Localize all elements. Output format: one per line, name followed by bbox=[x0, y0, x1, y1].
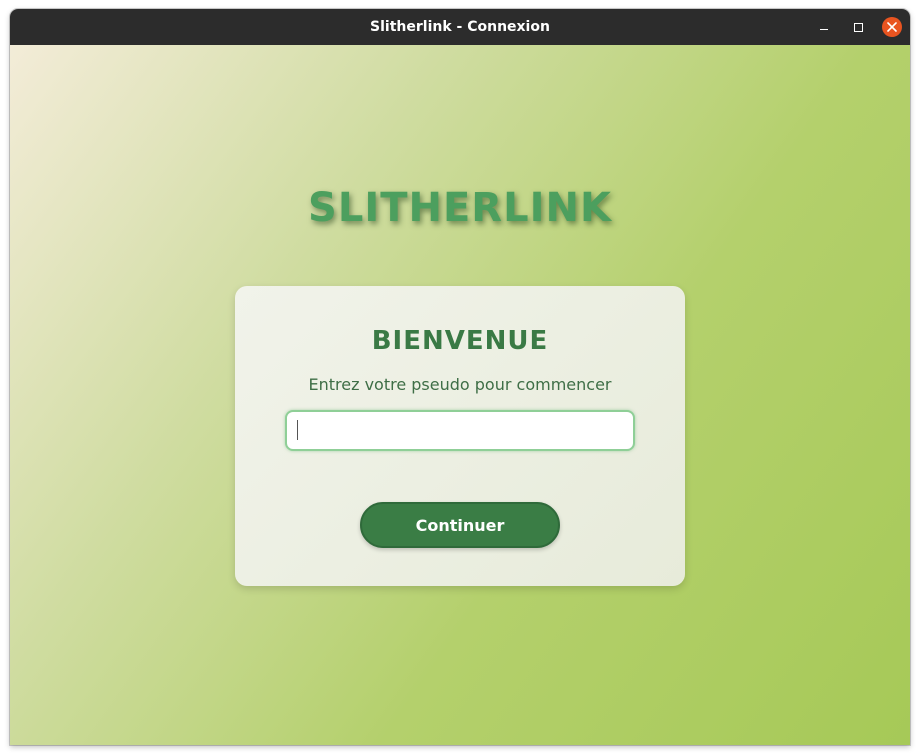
maximize-icon bbox=[853, 22, 863, 32]
pseudo-instructions: Entrez votre pseudo pour commencer bbox=[308, 375, 612, 394]
close-icon bbox=[887, 22, 897, 32]
minimize-icon bbox=[820, 28, 828, 30]
title-bar[interactable]: Slitherlink - Connexion bbox=[10, 9, 910, 45]
welcome-heading: BIENVENUE bbox=[371, 326, 549, 356]
pseudo-input[interactable] bbox=[285, 410, 635, 451]
text-caret bbox=[297, 420, 298, 440]
app-title: SLITHERLINK bbox=[308, 185, 612, 231]
continue-button[interactable]: Continuer bbox=[360, 502, 560, 548]
window-title: Slitherlink - Connexion bbox=[370, 19, 550, 35]
login-screen: SLITHERLINK BIENVENUE Entrez votre pseud… bbox=[10, 45, 910, 745]
login-card: BIENVENUE Entrez votre pseudo pour comme… bbox=[235, 286, 685, 586]
app-window: Slitherlink - Connexion SLITHERLINK BIEN… bbox=[10, 9, 910, 745]
maximize-button[interactable] bbox=[848, 17, 868, 37]
minimize-button[interactable] bbox=[814, 17, 834, 37]
close-button[interactable] bbox=[882, 17, 902, 37]
